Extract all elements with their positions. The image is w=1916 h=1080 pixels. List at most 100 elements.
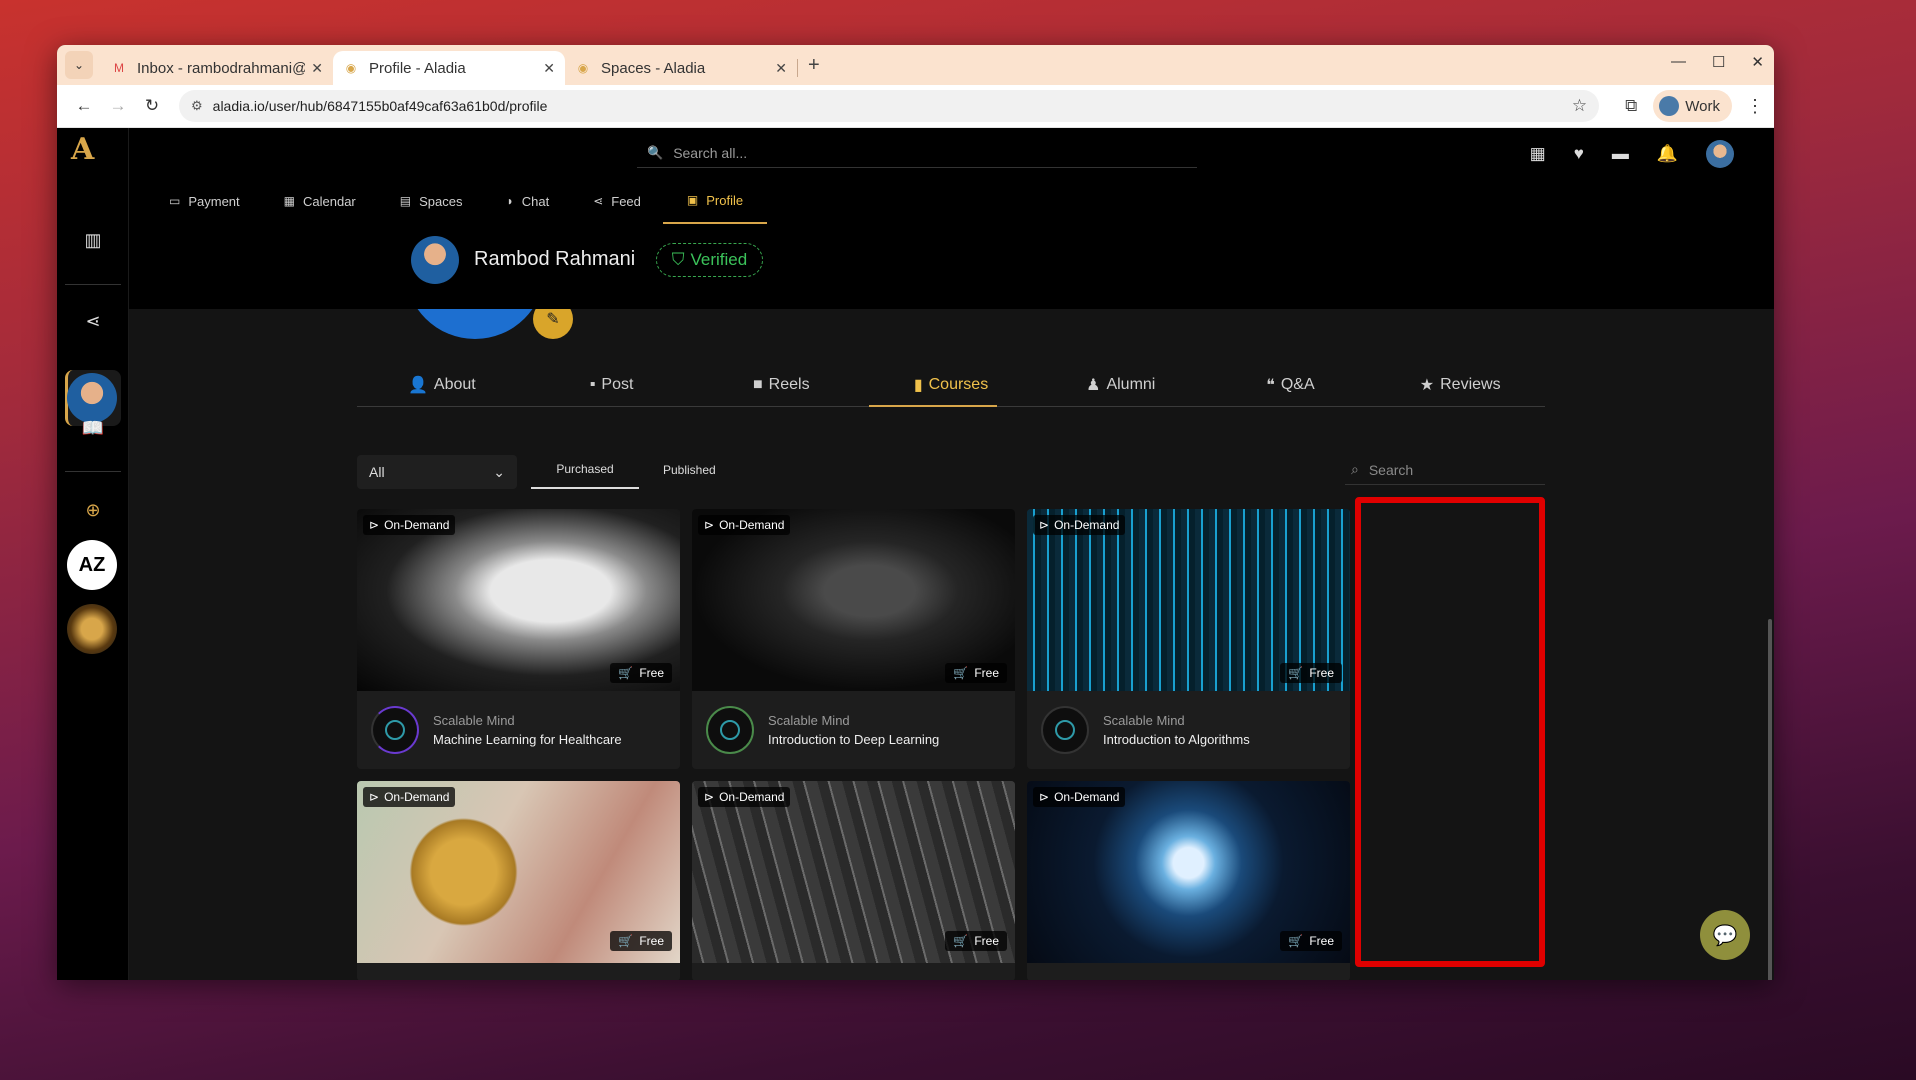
aladia-logo[interactable]: A bbox=[71, 132, 115, 176]
store-icon[interactable]: ▥ bbox=[57, 230, 129, 251]
reload-icon[interactable]: ↻ bbox=[135, 96, 169, 116]
address-bar[interactable]: ⚙ aladia.io/user/hub/6847155b0af49caf63a… bbox=[179, 90, 1600, 122]
tab-reels[interactable]: ■ Reels bbox=[696, 364, 866, 406]
share-icon[interactable]: ⋖ bbox=[57, 311, 129, 332]
nav-spaces[interactable]: ▤ Spaces bbox=[378, 178, 485, 224]
nav-payment[interactable]: ▭ Payment bbox=[147, 178, 262, 224]
window-controls: — ☐ ✕ bbox=[1671, 53, 1764, 71]
minimize-icon[interactable]: — bbox=[1671, 53, 1686, 71]
nav-chat[interactable]: ◗ Chat bbox=[484, 178, 571, 224]
close-window-icon[interactable]: ✕ bbox=[1751, 53, 1764, 71]
reader-icon[interactable]: 📖 bbox=[57, 418, 129, 439]
tab-post[interactable]: ▪ Post bbox=[527, 364, 697, 406]
course-card[interactable]: ⊳ On-Demand 🛒 Free Scalable Mind Introduct… bbox=[1027, 509, 1350, 769]
course-meta: Scalable Mind Introduction to Deep Learn… bbox=[692, 691, 1015, 769]
maximize-icon[interactable]: ☐ bbox=[1712, 53, 1725, 71]
nav-label: Profile bbox=[706, 192, 744, 208]
tab-qa[interactable]: ❝ Q&A bbox=[1206, 364, 1376, 406]
url-text: aladia.io/user/hub/6847155b0af49caf63a61… bbox=[212, 98, 548, 114]
search-icon: ⌕ bbox=[1351, 461, 1359, 477]
aladia-space-avatar[interactable] bbox=[67, 604, 117, 654]
subtab-published[interactable]: Published bbox=[639, 451, 740, 489]
course-card[interactable]: ⊳ On-Demand 🛒 Free bbox=[692, 781, 1015, 980]
tab-label: Q&A bbox=[1280, 376, 1315, 393]
subtab-purchased[interactable]: Purchased bbox=[531, 451, 639, 489]
course-filter-select[interactable]: All ⌄ bbox=[357, 455, 517, 489]
divider bbox=[65, 284, 121, 285]
cart-icon: 🛒 bbox=[953, 934, 969, 948]
price-label: Free bbox=[974, 934, 999, 948]
profile-button[interactable]: Work bbox=[1653, 90, 1732, 122]
course-card[interactable]: ⊳ On-Demand 🛒 Free bbox=[1027, 781, 1350, 980]
shield-check-icon: ⛉ bbox=[671, 250, 685, 269]
price-label: Free bbox=[639, 934, 664, 948]
scrollbar[interactable] bbox=[1768, 619, 1772, 980]
tab-search-button[interactable]: ⌄ bbox=[65, 51, 93, 79]
forward-icon[interactable]: → bbox=[101, 96, 135, 116]
verified-badge: ⛉ Verified bbox=[656, 243, 763, 277]
price-tag: 🛒 Free bbox=[945, 663, 1007, 683]
global-search[interactable]: 🔍 Search all... bbox=[637, 138, 1197, 168]
menu-icon[interactable]: ⋮ bbox=[1746, 96, 1764, 117]
tab-inbox[interactable]: M Inbox - rambodrahmani@ ✕ bbox=[101, 51, 333, 85]
heart-icon[interactable]: ♥ bbox=[1574, 144, 1584, 164]
badge-label: On-Demand bbox=[719, 790, 785, 804]
price-label: Free bbox=[974, 666, 999, 680]
back-icon[interactable]: ← bbox=[67, 96, 101, 116]
tab-alumni[interactable]: ♟ Alumni bbox=[1036, 364, 1206, 406]
price-label: Free bbox=[1309, 934, 1334, 948]
course-card[interactable]: ⊳ On-Demand 🛒 Free bbox=[357, 781, 680, 980]
tab-label: Reels bbox=[768, 376, 810, 393]
extensions-icon[interactable]: ⧉ bbox=[1625, 96, 1637, 116]
course-card[interactable]: ⊳ On-Demand 🛒 Free Scalable Mind Machine L… bbox=[357, 509, 680, 769]
tab-profile[interactable]: ◉ Profile - Aladia ✕ bbox=[333, 51, 565, 85]
price-label: Free bbox=[1309, 666, 1334, 680]
add-circle-icon[interactable]: ⊕ bbox=[57, 500, 129, 521]
org-logo bbox=[371, 706, 419, 754]
tab-reviews[interactable]: ★ Reviews bbox=[1375, 364, 1545, 406]
course-card[interactable]: ⊳ On-Demand 🛒 Free Scalable Mind Introduct… bbox=[692, 509, 1015, 769]
bell-icon[interactable]: 🔔 bbox=[1657, 144, 1678, 164]
nav-profile[interactable]: ▣ Profile bbox=[662, 178, 768, 224]
az-space-avatar[interactable]: AZ bbox=[67, 540, 117, 590]
divider bbox=[65, 471, 121, 472]
new-tab-button[interactable]: + bbox=[808, 54, 820, 77]
calendar-icon: ▦ bbox=[283, 194, 295, 208]
tab-courses[interactable]: ▮ Courses bbox=[866, 364, 1036, 406]
tab-about[interactable]: 👤 About bbox=[357, 364, 527, 406]
search-icon: 🔍 bbox=[647, 144, 664, 160]
avatar[interactable] bbox=[1706, 140, 1734, 168]
edit-icon[interactable]: ✎ bbox=[533, 309, 573, 339]
course-search-input[interactable]: ⌕ Search bbox=[1345, 455, 1545, 485]
close-icon[interactable]: ✕ bbox=[543, 60, 555, 77]
alumni-icon: ♟ bbox=[1086, 377, 1101, 394]
price-tag: 🛒 Free bbox=[1280, 663, 1342, 683]
bookmark-star-icon[interactable]: ☆ bbox=[1572, 96, 1587, 116]
calendar-icon[interactable]: ▦ bbox=[1530, 144, 1546, 164]
tab-label: Alumni bbox=[1106, 376, 1156, 393]
play-icon: ⊳ bbox=[704, 518, 715, 532]
nav-calendar[interactable]: ▦ Calendar bbox=[262, 178, 378, 224]
left-rail: A ▥ ⋖ 📖 ⊕ AZ bbox=[57, 128, 129, 980]
course-title: Introduction to Algorithms bbox=[1103, 731, 1250, 747]
cart-icon: 🛒 bbox=[1288, 934, 1304, 948]
tab-label: Post bbox=[601, 376, 634, 393]
card-icon: ▭ bbox=[169, 194, 181, 208]
close-icon[interactable]: ✕ bbox=[311, 60, 323, 77]
chat-support-button[interactable]: 💬 bbox=[1700, 910, 1750, 960]
message-icon[interactable]: ▬ bbox=[1612, 144, 1629, 164]
nav-label: Spaces bbox=[419, 193, 463, 209]
price-tag: 🛒 Free bbox=[945, 931, 1007, 951]
close-icon[interactable]: ✕ bbox=[775, 60, 787, 77]
gmail-icon: M bbox=[114, 61, 124, 75]
course-meta: Scalable Mind Machine Learning for Healt… bbox=[357, 691, 680, 769]
qa-icon: ❝ bbox=[1266, 377, 1275, 394]
avatar[interactable] bbox=[67, 373, 117, 423]
on-demand-badge: ⊳ On-Demand bbox=[363, 787, 456, 807]
avatar[interactable] bbox=[411, 236, 459, 284]
nav-feed[interactable]: ⋖ Feed bbox=[571, 178, 663, 224]
site-info-icon[interactable]: ⚙ bbox=[191, 98, 203, 114]
tab-spaces[interactable]: ◉ Spaces - Aladia ✕ bbox=[565, 51, 797, 85]
profile-tabs: 👤 About ▪ Post ■ Reels ▮ Courses ♟ Alumni ❝ Q&… bbox=[357, 364, 1545, 407]
search-placeholder: Search all... bbox=[673, 144, 748, 161]
